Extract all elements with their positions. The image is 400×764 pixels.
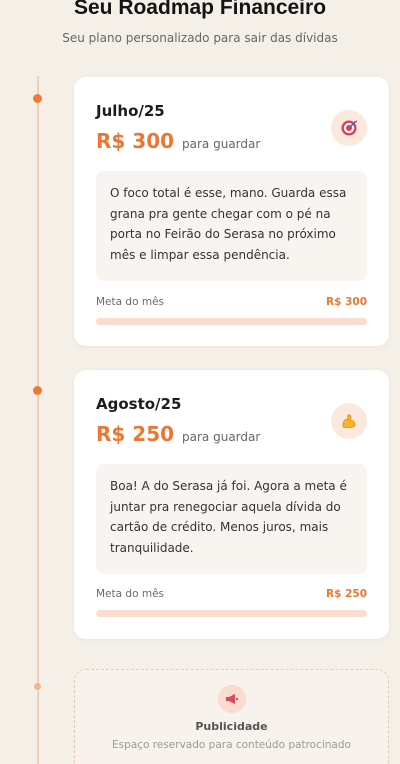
card-amount: R$ 300 xyxy=(96,129,175,153)
timeline-line xyxy=(37,76,39,764)
month-card-august: Agosto/25 R$ 250 para guardar Boa! A do … xyxy=(74,370,389,639)
timeline-dot xyxy=(33,94,42,103)
flexed-biceps-icon xyxy=(331,403,367,439)
card-amount-row: R$ 300 para guardar xyxy=(96,129,260,153)
goal-row: Meta do mês R$ 300 xyxy=(96,296,367,308)
goal-row: Meta do mês R$ 250 xyxy=(96,588,367,600)
goal-value: R$ 250 xyxy=(326,588,367,600)
card-amount: R$ 250 xyxy=(96,422,175,446)
progress-bar xyxy=(96,318,367,325)
card-month: Agosto/25 xyxy=(96,395,182,413)
page-subtitle: Seu plano personalizado para sair das dí… xyxy=(62,31,338,45)
goal-value: R$ 300 xyxy=(326,296,367,308)
megaphone-icon xyxy=(217,685,246,713)
timeline-dot xyxy=(33,386,42,395)
card-message: O foco total é esse, mano. Guarda essa g… xyxy=(96,171,367,281)
page-header: Seu Roadmap Financeiro Seu plano persona… xyxy=(0,0,400,46)
target-icon xyxy=(331,110,367,146)
page-title: Seu Roadmap Financeiro xyxy=(73,0,327,19)
month-card-july: Julho/25 R$ 300 para guardar O foco tota… xyxy=(74,77,389,346)
ad-title: Publicidade xyxy=(195,720,268,733)
progress-bar xyxy=(96,610,367,617)
card-month: Julho/25 xyxy=(96,102,165,120)
goal-label: Meta do mês xyxy=(96,588,164,600)
card-message: Boa! A do Serasa já foi. Agora a meta é … xyxy=(96,464,367,574)
card-amount-suffix: para guardar xyxy=(182,430,261,444)
timeline-dot xyxy=(34,683,41,690)
ad-placeholder[interactable]: Publicidade Espaço reservado para conteú… xyxy=(74,669,389,764)
card-amount-suffix: para guardar xyxy=(182,137,261,151)
card-amount-row: R$ 250 para guardar xyxy=(96,422,260,446)
goal-label: Meta do mês xyxy=(96,296,164,308)
ad-subtitle: Espaço reservado para conteúdo patrocina… xyxy=(112,739,351,751)
